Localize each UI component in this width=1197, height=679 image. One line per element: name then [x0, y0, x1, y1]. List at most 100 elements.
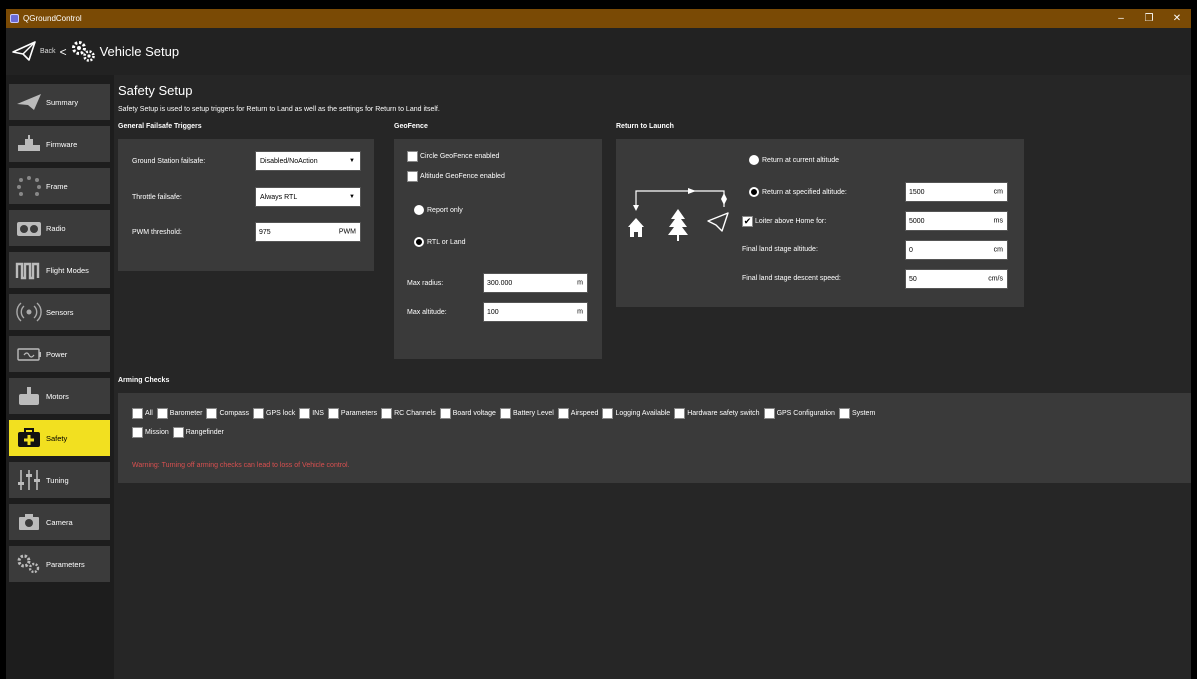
sidebar-item-frame[interactable]: Frame [9, 168, 110, 204]
sidebar: Summary Firmware Frame Radio Flight Mode… [6, 75, 114, 679]
sidebar-item-flight-modes[interactable]: Flight Modes [9, 252, 110, 288]
loiter-time-field[interactable]: 5000 ms [905, 211, 1008, 231]
maximize-button[interactable]: ❐ [1135, 9, 1163, 28]
return-current-altitude-radio[interactable]: Return at current altitude [749, 155, 839, 165]
tuning-icon [14, 467, 44, 493]
toolbar-title: Vehicle Setup [99, 44, 180, 59]
checkbox-label: Battery Level [512, 410, 554, 417]
arming-check-airspeed[interactable]: Airspeed [557, 408, 599, 419]
altitude-geofence-checkbox[interactable]: Altitude GeoFence enabled [407, 171, 505, 182]
toolbar: Back < Vehicle Setup [6, 28, 1191, 75]
arming-check-mission[interactable]: Mission [132, 427, 169, 438]
rtl-heading: Return to Launch [616, 123, 674, 130]
radio-dot [749, 155, 759, 165]
radio-icon [14, 215, 44, 241]
content-area: Safety Setup Safety Setup is used to set… [114, 75, 1191, 679]
max-altitude-label: Max altitude: [407, 309, 447, 316]
arming-check-compass[interactable]: Compass [206, 408, 249, 419]
gcs-failsafe-label: Ground Station failsafe: [132, 158, 206, 165]
checkbox-box [838, 408, 850, 419]
sidebar-item-tuning[interactable]: Tuning [9, 462, 110, 498]
loiter-time-value: 5000 [909, 217, 925, 225]
checkbox-box [439, 408, 451, 419]
sidebar-item-motors[interactable]: Motors [9, 378, 110, 414]
close-button[interactable]: ✕ [1163, 9, 1191, 28]
sidebar-item-summary[interactable]: Summary [9, 84, 110, 120]
report-only-radio[interactable]: Report only [414, 205, 463, 215]
arming-check-parameters[interactable]: Parameters [327, 408, 377, 419]
back-button[interactable]: Back [40, 48, 56, 55]
arming-check-rc-channels[interactable]: RC Channels [381, 408, 436, 419]
descent-speed-field[interactable]: 50 cm/s [905, 269, 1008, 289]
arming-check-gps-lock[interactable]: GPS lock [253, 408, 295, 419]
parameters-icon [14, 551, 44, 577]
sidebar-item-label: Camera [46, 517, 73, 527]
sidebar-item-sensors[interactable]: Sensors [9, 294, 110, 330]
max-altitude-field[interactable]: 100 m [483, 302, 588, 322]
checkbox-box [763, 408, 775, 419]
checkbox-box [602, 408, 614, 419]
page-title: Safety Setup [118, 83, 193, 98]
sidebar-item-power[interactable]: Power [9, 336, 110, 372]
title-bar: QGroundControl – ❐ ✕ [6, 9, 1191, 28]
specified-altitude-field[interactable]: 1500 cm [905, 182, 1008, 202]
arming-check-barometer[interactable]: Barometer [156, 408, 202, 419]
arming-check-system[interactable]: System [838, 408, 875, 419]
checkbox-label: Hardware safety switch [687, 410, 760, 417]
pwm-unit: PWM [338, 228, 356, 236]
arming-check-rangefinder[interactable]: Rangefinder [172, 427, 224, 438]
gear-icon [70, 39, 96, 65]
failsafe-heading: General Failsafe Triggers [118, 123, 202, 130]
arming-panel: All Barometer Compass GPS lock INS Param… [118, 393, 1191, 483]
minimize-button[interactable]: – [1107, 9, 1135, 28]
breadcrumb-separator: < [59, 44, 67, 59]
final-land-altitude-value: 0 [909, 246, 913, 254]
sidebar-item-label: Motors [46, 391, 69, 401]
checkbox-label: Airspeed [570, 410, 599, 417]
checkbox-label: All [145, 410, 153, 417]
arming-check-gps-configuration[interactable]: GPS Configuration [763, 408, 835, 419]
rtl-diagram [624, 177, 742, 247]
checkbox-label: Logging Available [615, 410, 671, 417]
final-land-altitude-label: Final land stage altitude: [742, 246, 818, 253]
return-specified-altitude-radio[interactable]: Return at specified altitude: [749, 187, 847, 197]
throttle-failsafe-select[interactable]: Always RTL ▼ [255, 187, 361, 207]
max-radius-field[interactable]: 300.000 m [483, 273, 588, 293]
window-title: QGroundControl [23, 14, 82, 23]
checkbox-label: INS [312, 410, 324, 417]
radio-dot [414, 237, 424, 247]
paper-plane-icon[interactable] [12, 40, 36, 64]
radio-label: Return at specified altitude: [762, 188, 847, 196]
checkbox-label: GPS lock [266, 410, 296, 417]
gcs-failsafe-select[interactable]: Disabled/NoAction ▼ [255, 151, 361, 171]
sidebar-item-radio[interactable]: Radio [9, 210, 110, 246]
arming-check-hardware-safety-switch[interactable]: Hardware safety switch [674, 408, 760, 419]
power-icon [14, 341, 44, 367]
checkbox-box [172, 427, 184, 438]
arming-row-1: All Barometer Compass GPS lock INS Param… [132, 408, 879, 419]
final-land-altitude-unit: cm [993, 246, 1003, 254]
firmware-icon [14, 131, 44, 157]
sidebar-item-label: Power [46, 349, 68, 359]
loiter-time-unit: ms [993, 217, 1003, 225]
sidebar-item-label: Sensors [46, 307, 74, 317]
radio-dot [414, 205, 424, 215]
pwm-threshold-value: 975 [259, 228, 271, 236]
pwm-threshold-field[interactable]: 975 PWM [255, 222, 361, 242]
circle-geofence-checkbox[interactable]: Circle GeoFence enabled [407, 151, 499, 162]
sidebar-item-firmware[interactable]: Firmware [9, 126, 110, 162]
arming-check-ins[interactable]: INS [299, 408, 324, 419]
loiter-above-home-checkbox[interactable]: ✔ Loiter above Home for: [742, 216, 826, 227]
rtl-or-land-radio[interactable]: RTL or Land [414, 237, 466, 247]
arming-check-logging-available[interactable]: Logging Available [602, 408, 670, 419]
sidebar-item-camera[interactable]: Camera [9, 504, 110, 540]
arming-row-2: Mission Rangefinder [132, 427, 228, 438]
rtl-panel: Return at current altitude Return at spe… [616, 139, 1024, 307]
final-land-altitude-field[interactable]: 0 cm [905, 240, 1008, 260]
checkbox-label: Rangefinder [185, 429, 224, 436]
arming-check-board-voltage[interactable]: Board voltage [439, 408, 496, 419]
sidebar-item-parameters[interactable]: Parameters [9, 546, 110, 582]
sidebar-item-safety[interactable]: Safety [9, 420, 110, 456]
arming-check-all[interactable]: All [132, 408, 153, 419]
arming-check-battery-level[interactable]: Battery Level [499, 408, 554, 419]
